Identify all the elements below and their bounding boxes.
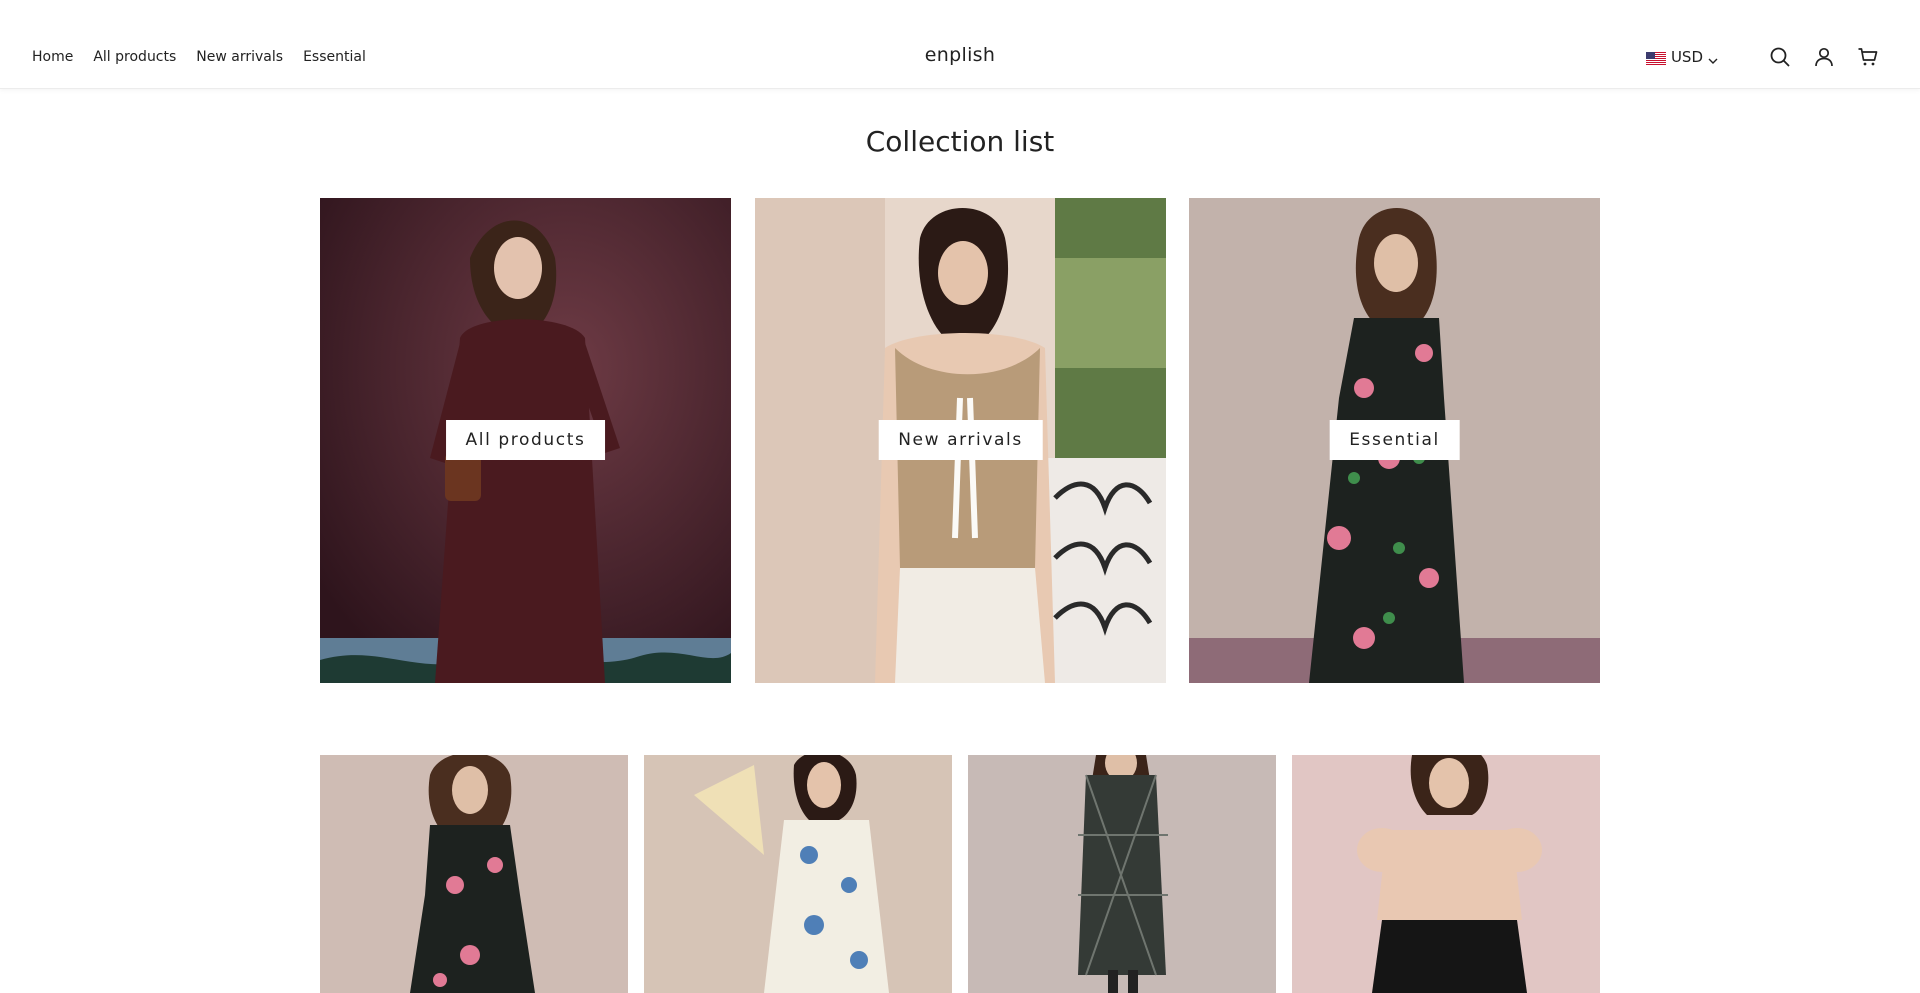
page-title: Collection list	[865, 125, 1055, 158]
nav-essential[interactable]: Essential	[303, 49, 366, 65]
product-card-4[interactable]	[1292, 755, 1600, 993]
collection-tile-essential[interactable]: Essential	[1189, 198, 1600, 683]
collection-label[interactable]: New arrivals	[878, 420, 1043, 460]
store-logo[interactable]: enplish	[925, 44, 995, 66]
product-image	[644, 755, 952, 993]
product-image	[968, 755, 1276, 993]
header-tools: USD	[1645, 45, 1880, 69]
main-nav: Home All products New arrivals Essential	[32, 49, 366, 65]
chevron-down-icon	[1708, 52, 1718, 64]
nav-home[interactable]: Home	[32, 49, 73, 65]
product-card-3[interactable]	[968, 755, 1276, 993]
account-icon[interactable]	[1812, 45, 1836, 69]
cart-icon[interactable]	[1856, 45, 1880, 69]
us-flag-icon	[1645, 51, 1666, 65]
collection-label[interactable]: Essential	[1329, 420, 1460, 460]
product-image	[1292, 755, 1600, 993]
product-card-1[interactable]	[320, 755, 628, 993]
nav-all-products[interactable]: All products	[93, 49, 176, 65]
collection-tile-all-products[interactable]: All products	[320, 198, 731, 683]
product-image	[320, 755, 628, 993]
search-icon[interactable]	[1768, 45, 1792, 69]
nav-new-arrivals[interactable]: New arrivals	[196, 49, 283, 65]
site-header: Home All products New arrivals Essential…	[0, 0, 1920, 89]
collection-label[interactable]: All products	[445, 420, 606, 460]
currency-label: USD	[1670, 48, 1703, 66]
collection-tile-new-arrivals[interactable]: New arrivals	[755, 198, 1166, 683]
product-card-2[interactable]	[644, 755, 952, 993]
currency-selector[interactable]: USD	[1645, 48, 1718, 66]
